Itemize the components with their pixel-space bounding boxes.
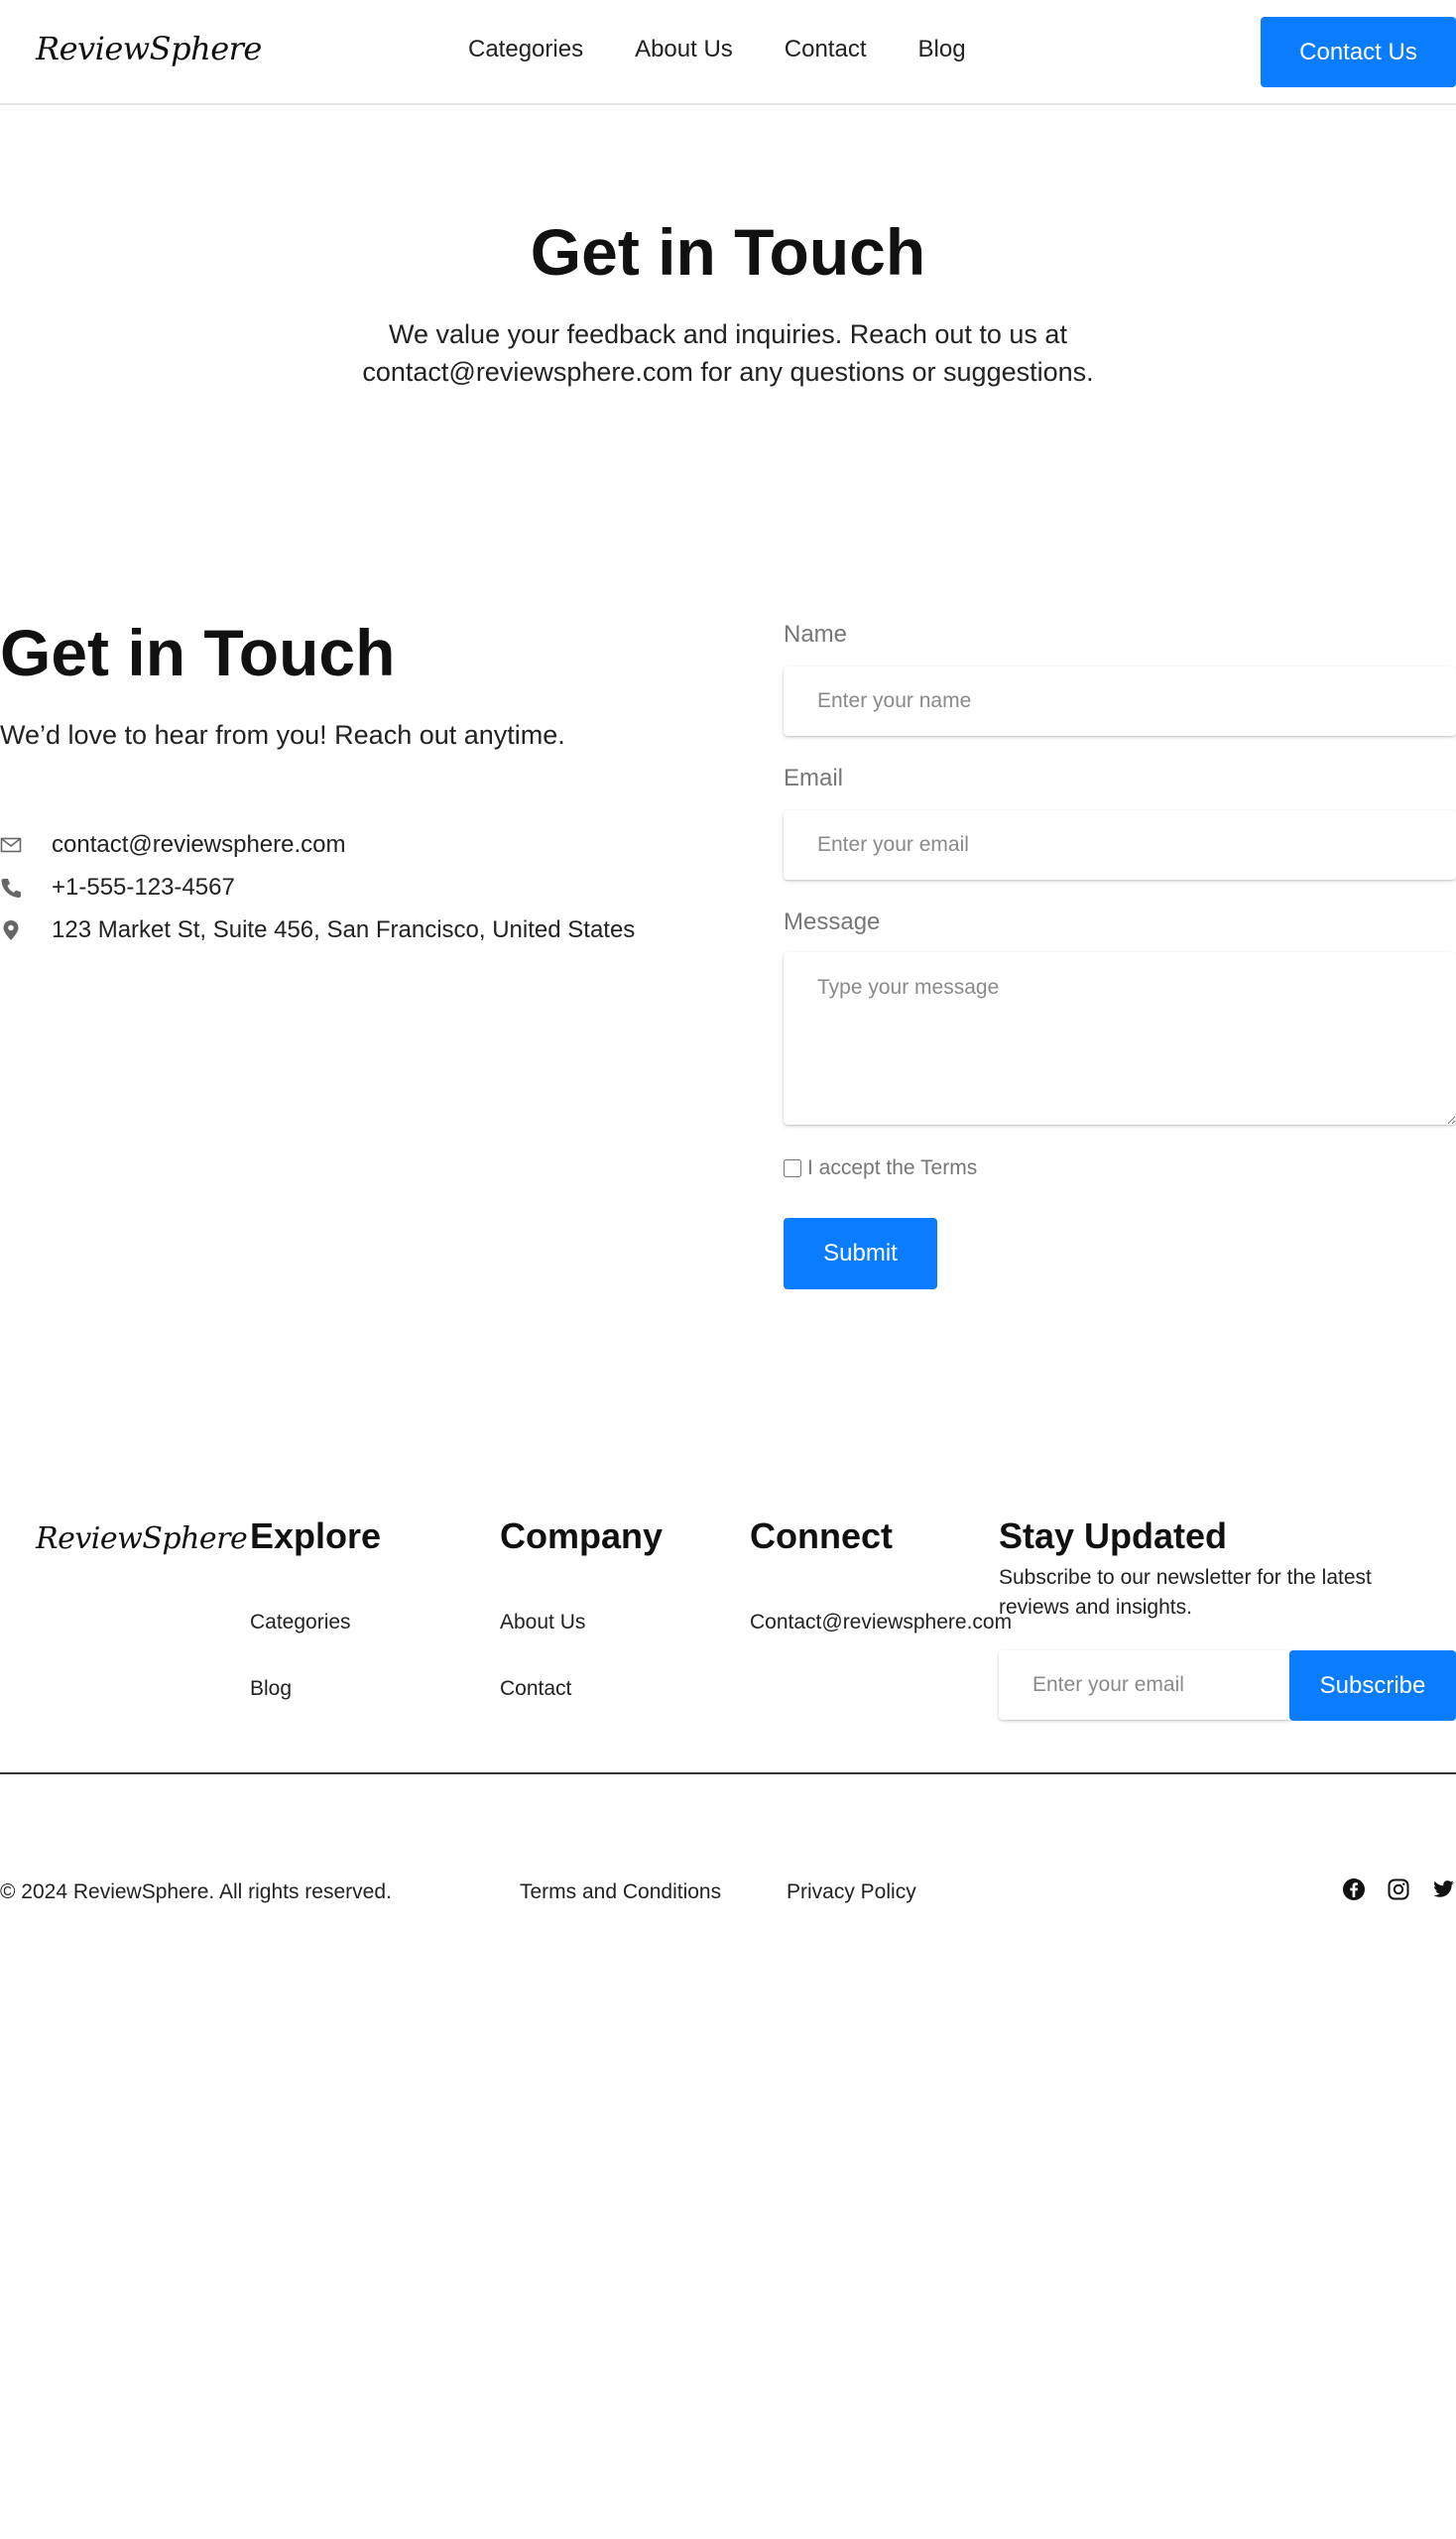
connect-heading: Connect	[750, 1515, 893, 1556]
contact-phone[interactable]: +1-555-123-4567	[52, 874, 235, 902]
footer-divider	[0, 1772, 1456, 1774]
terms-row: I accept the Terms	[784, 1156, 977, 1180]
footer-link-categories[interactable]: Categories	[250, 1611, 351, 1634]
phone-icon	[0, 877, 22, 899]
contact-us-button[interactable]: Contact Us	[1261, 17, 1456, 87]
nav-link-about-us[interactable]: About Us	[635, 36, 733, 63]
terms-link[interactable]: Terms and Conditions	[520, 1880, 721, 1904]
name-input[interactable]	[784, 666, 1456, 736]
contact-title: Get in Touch	[0, 616, 396, 689]
footer-link-about-us[interactable]: About Us	[500, 1611, 585, 1634]
contact-address: 123 Market St, Suite 456, San Francisco,…	[52, 916, 636, 943]
newsletter-email-input[interactable]	[999, 1650, 1291, 1720]
message-label: Message	[784, 908, 881, 935]
contact-email[interactable]: contact@reviewsphere.com	[52, 831, 345, 859]
hero-title: Get in Touch	[530, 215, 926, 289]
explore-heading: Explore	[250, 1515, 382, 1556]
contact-subtitle: We’d love to hear from you! Reach out an…	[0, 720, 565, 750]
company-heading: Company	[500, 1515, 664, 1556]
message-textarea[interactable]	[784, 952, 1456, 1125]
newsletter-heading: Stay Updated	[999, 1515, 1228, 1556]
footer-link-contact[interactable]: Contact	[500, 1677, 571, 1701]
nav-link-blog[interactable]: Blog	[918, 36, 966, 63]
envelope-icon	[0, 834, 22, 856]
submit-button[interactable]: Submit	[784, 1218, 937, 1289]
logo[interactable]: ReviewSphere	[36, 30, 262, 67]
contact-phone-row: +1-555-123-4567	[0, 874, 235, 902]
email-input[interactable]	[784, 810, 1456, 880]
subscribe-button[interactable]: Subscribe	[1289, 1650, 1456, 1721]
facebook-icon[interactable]	[1342, 1877, 1366, 1901]
site-header: ReviewSphere Categories About Us Contact…	[0, 0, 1456, 105]
terms-label[interactable]: I accept the Terms	[807, 1156, 977, 1180]
copyright: © 2024 ReviewSphere. All rights reserved…	[0, 1880, 392, 1903]
instagram-icon[interactable]	[1387, 1877, 1410, 1901]
nav-link-contact[interactable]: Contact	[785, 36, 867, 63]
email-label: Email	[784, 765, 844, 791]
hero-text: We value your feedback and inquiries. Re…	[362, 319, 1094, 387]
footer-link-blog[interactable]: Blog	[250, 1677, 292, 1701]
terms-checkbox[interactable]	[784, 1159, 801, 1177]
twitter-icon[interactable]	[1431, 1877, 1455, 1901]
map-pin-icon	[0, 919, 22, 941]
contact-email-row: contact@reviewsphere.com	[0, 831, 345, 859]
footer-logo[interactable]: ReviewSphere	[36, 1521, 248, 1556]
privacy-link[interactable]: Privacy Policy	[787, 1880, 916, 1904]
footer-contact-email[interactable]: Contact@reviewsphere.com	[750, 1611, 1012, 1634]
newsletter-text: Subscribe to our newsletter for the late…	[999, 1566, 1372, 1619]
main-nav: Categories About Us Contact Blog	[468, 36, 1018, 63]
contact-address-row: 123 Market St, Suite 456, San Francisco,…	[0, 916, 635, 944]
name-label: Name	[784, 621, 848, 648]
nav-link-categories[interactable]: Categories	[468, 36, 583, 63]
